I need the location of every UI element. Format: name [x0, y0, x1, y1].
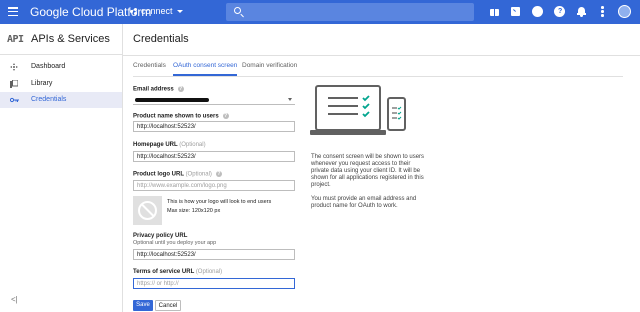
sidebar-header: API APIs & Services — [0, 24, 123, 55]
notifications-icon[interactable] — [576, 6, 587, 17]
product-name-label: Product name shown to users? — [133, 113, 229, 120]
collapse-sidebar-button[interactable]: <| — [11, 295, 18, 304]
sidebar-item-label: Credentials — [31, 96, 67, 103]
api-badge: API — [7, 34, 24, 45]
logo-preview — [133, 196, 162, 225]
tab-domain-verification[interactable]: Domain verification — [242, 62, 297, 76]
tabs-divider — [133, 76, 623, 77]
tab-oauth-consent-screen[interactable]: OAuth consent screen — [173, 62, 238, 76]
logo-hint: This is how your logo will look to end u… — [167, 199, 272, 214]
cloud-shell-icon[interactable] — [510, 6, 521, 17]
gift-icon[interactable] — [489, 6, 500, 17]
help-icon[interactable]: ? — [215, 171, 222, 177]
consent-screen-illustration — [310, 84, 420, 144]
logo-url-input[interactable]: http://www.example.com/logo.png — [133, 180, 295, 191]
consent-info-text: The consent screen will be shown to user… — [311, 154, 429, 217]
save-button[interactable]: Save — [133, 300, 153, 311]
consent-info-paragraph: The consent screen will be shown to user… — [311, 154, 425, 188]
project-selector[interactable]: connect — [130, 6, 183, 16]
more-vert-icon[interactable] — [600, 6, 604, 17]
avatar[interactable] — [618, 5, 631, 18]
sidebar-item-credentials[interactable]: Credentials — [0, 92, 122, 108]
header-divider — [123, 55, 640, 56]
dashboard-icon — [10, 63, 18, 71]
help-icon[interactable]: ? — [177, 86, 184, 92]
search-input[interactable] — [226, 3, 474, 21]
sidebar-item-label: Library — [31, 80, 53, 87]
help-icon[interactable]: ? — [222, 113, 229, 119]
privacy-url-sublabel: Optional until you deploy your app — [133, 240, 217, 246]
top-app-bar: Google Cloud Platform connect ? — [0, 0, 640, 24]
homepage-url-label: Homepage URL (Optional) — [133, 142, 206, 148]
email-label: Email address? — [133, 86, 184, 93]
privacy-url-label: Privacy policy URL — [133, 233, 188, 239]
sidebar-title[interactable]: APIs & Services — [31, 33, 110, 45]
dropdown-arrow-icon — [288, 98, 292, 101]
cancel-button[interactable]: Cancel — [155, 300, 181, 311]
search-icon — [234, 7, 241, 14]
chevron-down-icon — [176, 9, 183, 13]
sidebar-item-library[interactable]: Library — [0, 76, 122, 92]
sidebar-item-label: Dashboard — [31, 63, 66, 70]
oauth-requirement-paragraph: You must provide an email address and pr… — [311, 196, 417, 209]
tab-credentials[interactable]: Credentials — [133, 62, 166, 76]
project-name: connect — [141, 6, 173, 16]
help-icon[interactable]: ? — [554, 6, 565, 17]
project-dots-icon — [130, 7, 137, 15]
homepage-url-input[interactable]: http://localhost:52523/ — [133, 151, 295, 162]
sidebar-item-dashboard[interactable]: Dashboard — [0, 59, 122, 75]
key-icon — [9, 96, 19, 104]
support-icon[interactable] — [532, 6, 543, 17]
page-title: Credentials — [133, 33, 189, 45]
privacy-url-input[interactable]: http://localhost:52523/ — [133, 249, 295, 260]
redacted-email — [135, 98, 209, 102]
tos-url-label: Terms of service URL (Optional) — [133, 269, 223, 275]
email-select[interactable] — [133, 95, 295, 105]
menu-icon[interactable] — [8, 7, 18, 17]
logo-url-label: Product logo URL (Optional)? — [133, 171, 222, 178]
library-icon — [10, 79, 19, 88]
tos-url-input[interactable]: https:// or http:// — [133, 278, 295, 289]
no-image-icon — [138, 201, 157, 220]
product-name-input[interactable]: http://localhost:52523/ — [133, 121, 295, 132]
